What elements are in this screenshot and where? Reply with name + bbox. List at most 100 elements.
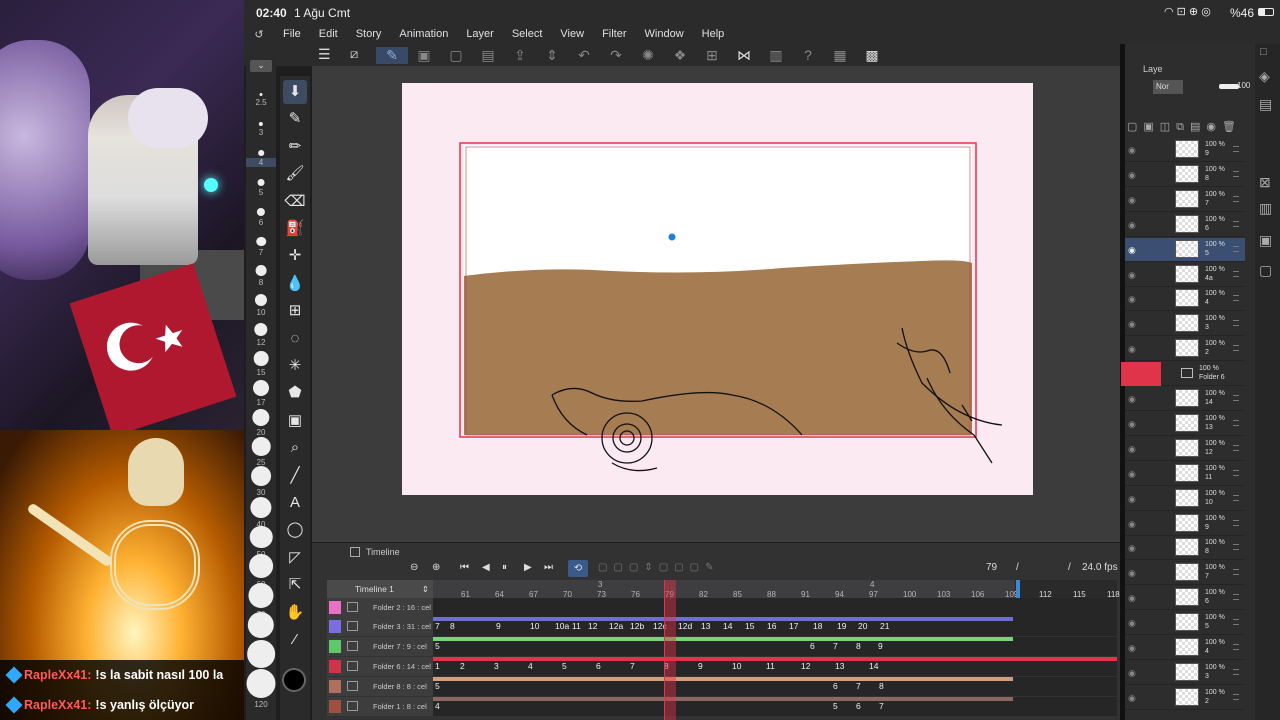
timeline-row[interactable]: Folder 6 : 14 : cel 1 2 3 4 5 6 7 8 9 10 11 12 13 14 [327, 657, 1117, 677]
brush-size-dot[interactable] [258, 150, 264, 156]
cel-label[interactable]: 2 [460, 661, 465, 671]
brush-size-dot[interactable] [249, 525, 273, 548]
hand-icon[interactable]: ✋ [283, 601, 307, 625]
layer-color-icon[interactable] [329, 640, 341, 653]
brush-size-label[interactable]: 2.5 [246, 98, 276, 107]
menu-animation[interactable]: Animation [390, 28, 457, 40]
menu-view[interactable]: View [551, 28, 593, 40]
cel-label[interactable]: 12b [630, 621, 644, 631]
eye-icon[interactable]: ◉ [1128, 170, 1136, 181]
brush-size-dot[interactable] [255, 265, 267, 276]
layer-color-icon[interactable] [329, 620, 341, 633]
cel-label[interactable]: 10 [732, 661, 741, 671]
cel-label[interactable]: 7 [435, 621, 440, 631]
timeline-row-label[interactable]: Folder 3 : 31 : cel [327, 617, 433, 636]
layer-row[interactable]: ◉ 100 % 6 [1125, 586, 1245, 611]
cel-label[interactable]: 6 [810, 641, 815, 651]
menu-layer[interactable]: Layer [457, 28, 503, 40]
timeline-cells[interactable]: 1 2 3 4 5 6 7 8 9 10 11 12 13 14 [433, 657, 1117, 676]
panel-icon[interactable]: ▤ [1259, 96, 1272, 113]
spin-icon[interactable]: ✺ [632, 47, 664, 64]
cel-label[interactable]: 5 [562, 661, 567, 671]
brush-size-dot[interactable] [256, 207, 266, 216]
cel-label[interactable]: 9 [496, 621, 501, 631]
timeline-cells[interactable] [433, 598, 1117, 617]
note-icon[interactable]: ▢ [1259, 262, 1272, 279]
timeline-cells[interactable]: 5 6 7 8 9 [433, 637, 1117, 656]
eye-icon[interactable]: ◉ [1128, 519, 1136, 530]
brush-size-label[interactable]: 4 [246, 158, 276, 167]
layer-icon[interactable]: ▣ [408, 47, 440, 64]
cel-label[interactable]: 3 [494, 661, 499, 671]
new-icon[interactable]: ▢ [440, 47, 472, 64]
drag-handle-icon[interactable] [1233, 494, 1239, 501]
eye-icon[interactable]: ◉ [1128, 618, 1136, 629]
layer-color-icon[interactable] [329, 680, 341, 693]
brush-size-dot[interactable] [251, 466, 271, 486]
layer-row[interactable]: ◉ 100 % 7 [1125, 188, 1245, 212]
eye-icon[interactable]: ◉ [1128, 668, 1136, 679]
layer-row[interactable]: ◉ 100 % 4 [1125, 636, 1245, 660]
pause-icon[interactable]: ⏸ [502, 562, 507, 573]
eye-icon[interactable]: ◉ [1128, 643, 1136, 654]
drag-handle-icon[interactable] [1233, 195, 1239, 202]
brush-size-dot[interactable] [253, 351, 269, 366]
eye-icon[interactable]: ◉ [1128, 245, 1136, 256]
drag-handle-icon[interactable] [1233, 644, 1239, 650]
cel-label[interactable]: 5 [435, 641, 440, 651]
zoom-out-icon[interactable]: ⊖ [410, 562, 418, 573]
first-frame-icon[interactable]: ⏮ [460, 562, 469, 573]
chevron-down-icon[interactable]: ⌄ [250, 60, 272, 72]
layer-tab[interactable]: Laye [1143, 64, 1163, 74]
eye-icon[interactable]: ◉ [1128, 220, 1136, 231]
brush-size-dot[interactable] [247, 640, 275, 668]
zoom-in-icon[interactable]: ⊕ [432, 562, 440, 573]
eye-icon[interactable]: ◉ [1128, 693, 1136, 704]
cel-label[interactable]: 8 [450, 621, 455, 631]
brush-size-dot[interactable] [256, 236, 266, 246]
flip-icon[interactable]: ⋈ [728, 47, 760, 64]
open-icon[interactable]: ▤ [472, 47, 504, 64]
eye-icon[interactable]: ◉ [1128, 195, 1136, 206]
brush-size-dot[interactable] [254, 322, 268, 336]
layer-color-icon[interactable] [329, 660, 341, 673]
eye-icon[interactable]: ◉ [1128, 593, 1136, 604]
drag-handle-icon[interactable] [1233, 569, 1239, 576]
drag-handle-icon[interactable] [1233, 594, 1239, 601]
brush-size-dot[interactable] [247, 611, 275, 638]
brush-size-dot[interactable] [257, 179, 265, 186]
layer-color-icon[interactable] [329, 601, 341, 614]
menu-help[interactable]: Help [693, 28, 734, 40]
fill-icon[interactable]: ⬟ [283, 381, 307, 405]
eyedrop-icon[interactable]: ⌕ [283, 436, 307, 460]
brush-size-dot[interactable] [252, 408, 270, 426]
menu-window[interactable]: Window [636, 28, 693, 40]
layers-icon[interactable]: ◈ [1259, 68, 1270, 85]
hamburger-menu-icon[interactable]: ☰ [318, 46, 331, 63]
layer-toolbar-icons[interactable]: ▢▣◫⧉▤◉🗑 [1127, 120, 1242, 134]
brush-size-dot[interactable] [259, 93, 263, 96]
brush-size-label[interactable]: 5 [246, 188, 276, 197]
menu-file[interactable]: File [274, 28, 310, 40]
undo-icon[interactable]: ↶ [568, 47, 600, 64]
timeline-row[interactable]: Folder 2 : 16 : cel [327, 598, 1117, 618]
cel-label[interactable]: 1 [435, 661, 440, 671]
layer-row[interactable]: ◉ 100 % 6 [1125, 213, 1245, 237]
cel-label[interactable]: 8 [856, 641, 861, 651]
cel-label[interactable]: 12a [609, 621, 623, 631]
brush-size-dot[interactable] [249, 554, 273, 578]
layer-row[interactable]: ◉ 100 % 10 [1125, 487, 1245, 511]
eye-icon[interactable]: ◉ [1128, 294, 1136, 305]
doc-icon[interactable]: ▥ [760, 47, 792, 64]
drag-handle-icon[interactable] [1233, 320, 1239, 327]
drag-handle-icon[interactable] [1233, 395, 1239, 401]
opacity-slider[interactable] [1219, 84, 1239, 89]
cel-label[interactable]: 11 [572, 621, 581, 631]
timeline-row[interactable]: Folder 1 : 8 : cel 4 5 6 7 [327, 697, 1117, 717]
redo-icon[interactable]: ↷ [600, 47, 632, 64]
adjust-icon[interactable]: ⬇ [283, 80, 307, 104]
brush-size-label[interactable]: 7 [246, 248, 276, 257]
prev-frame-icon[interactable]: ◀ [482, 562, 490, 573]
layer-row[interactable]: ◉ 100 % 9 [1125, 512, 1245, 536]
cel-label[interactable]: 15 [745, 621, 754, 631]
